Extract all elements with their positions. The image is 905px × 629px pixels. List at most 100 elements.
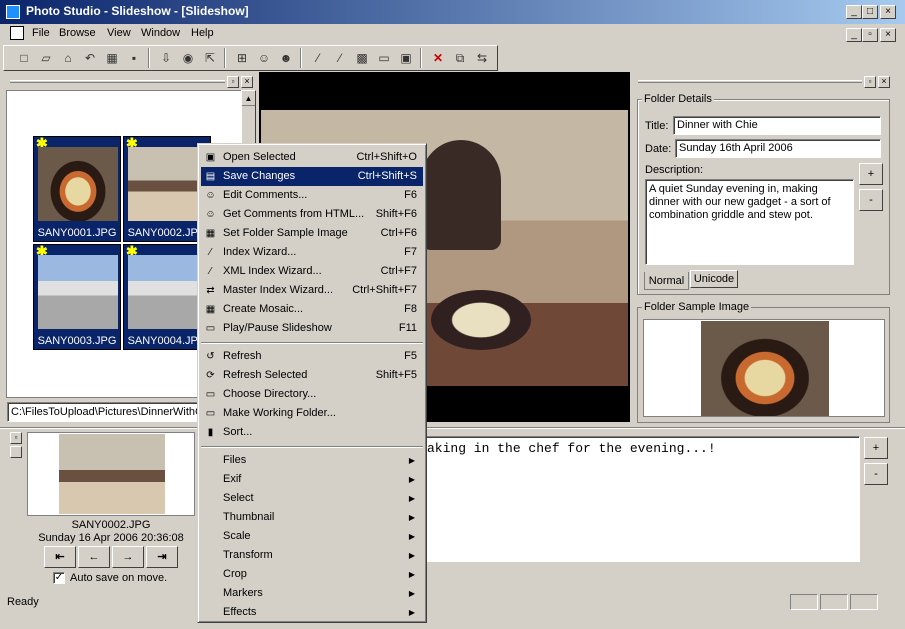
tab-unicode[interactable]: Unicode [690, 270, 738, 288]
last-icon[interactable]: ⇥ [146, 546, 178, 568]
menu-window[interactable]: Window [141, 27, 180, 39]
sample-image-icon: ▦ [205, 228, 216, 239]
menu-item-refresh[interactable]: ↺ Refresh F5 [201, 347, 423, 366]
menu-item-refresh-selected[interactable]: ⟳ Refresh Selected Shift+F5 [201, 366, 423, 385]
preview-frame [27, 432, 195, 516]
save-icon[interactable]: ▪ [124, 48, 144, 68]
thumbnail-item[interactable]: ✱ SANY0003.JPG [33, 243, 121, 350]
auto-save-checkbox[interactable]: ✓ [53, 572, 65, 584]
open-selected-icon: ▣ [205, 152, 216, 163]
menu-help[interactable]: Help [191, 27, 214, 39]
preview-restore-button[interactable]: ▫ [10, 432, 22, 444]
mosaic-icon[interactable]: ▩ [352, 48, 372, 68]
panel-close-button[interactable]: × [241, 76, 253, 88]
comment-remove-button[interactable]: - [864, 463, 888, 485]
menu-item-make-working-folder[interactable]: ▭ Make Working Folder... [201, 404, 423, 423]
right-panel-restore-button[interactable]: ▫ [864, 76, 876, 88]
folder-details-header: Folder Details [642, 93, 714, 105]
menu-item-sort[interactable]: ▮ Sort... [201, 423, 423, 442]
open-icon[interactable]: ▱ [36, 48, 56, 68]
child-close-button[interactable]: × [880, 28, 896, 42]
description-field[interactable]: A quiet Sunday evening in, making dinner… [645, 179, 854, 265]
comment-add-button[interactable]: + [864, 437, 888, 459]
select-icon[interactable]: ⊞ [232, 48, 252, 68]
preview-dock-button[interactable] [10, 446, 22, 458]
download-icon[interactable]: ⇩ [156, 48, 176, 68]
submenu-markers[interactable]: Markers ▶ [201, 584, 423, 603]
export-icon[interactable]: ⇱ [200, 48, 220, 68]
submenu-effects[interactable]: Effects ▶ [201, 603, 423, 622]
comment-icon[interactable]: ☺ [254, 48, 274, 68]
mosaic-icon: ▦ [205, 304, 216, 315]
title-label: Title: [645, 120, 669, 132]
preview-filename: SANY0002.JPG [71, 519, 151, 531]
thumbnail-item[interactable]: ✱ SANY0001.JPG [33, 135, 121, 242]
menu-item-save-changes[interactable]: ▤ Save Changes Ctrl+Shift+S [201, 167, 423, 186]
close-button[interactable]: × [880, 5, 896, 19]
menu-item-master-index-wizard[interactable]: ⇄ Master Index Wizard... Ctrl+Shift+F7 [201, 281, 423, 300]
remove-button[interactable]: - [859, 189, 883, 211]
monitor-icon[interactable]: ▣ [396, 48, 416, 68]
slideshow-icon: ▭ [205, 323, 216, 334]
xml-wand-icon: ⁄ [209, 266, 212, 277]
delete-icon[interactable]: ✕ [428, 48, 448, 68]
submenu-thumbnail[interactable]: Thumbnail ▶ [201, 508, 423, 527]
submenu-transform[interactable]: Transform ▶ [201, 546, 423, 565]
date-label: Date: [645, 143, 672, 155]
menu-item-xml-index-wizard[interactable]: ⁄ XML Index Wizard... Ctrl+F7 [201, 262, 423, 281]
menu-item-open-selected[interactable]: ▣ Open Selected Ctrl+Shift+O [201, 148, 423, 167]
scan-icon[interactable]: ⌂ [58, 48, 78, 68]
next-icon[interactable]: → [112, 546, 144, 568]
status-panel [790, 594, 818, 610]
submenu-scale[interactable]: Scale ▶ [201, 527, 423, 546]
move-icon[interactable]: ⇆ [472, 48, 492, 68]
app-icon[interactable] [6, 5, 20, 19]
preview-image [59, 434, 165, 514]
right-panel-close-button[interactable]: × [878, 76, 890, 88]
thumbnail-image [128, 255, 208, 329]
document-icon[interactable] [10, 26, 24, 40]
previous-icon[interactable]: ← [78, 546, 110, 568]
submenu-arrow-icon: ▶ [408, 551, 415, 560]
working-folder-icon: ▭ [205, 408, 216, 419]
undo-icon[interactable]: ↶ [80, 48, 100, 68]
title-field[interactable]: Dinner with Chie [673, 116, 881, 135]
xml-wand-icon[interactable]: ⁄ [330, 48, 350, 68]
menu-item-index-wizard[interactable]: ⁄ Index Wizard... F7 [201, 243, 423, 262]
menu-item-play-slideshow[interactable]: ▭ Play/Pause Slideshow F11 [201, 319, 423, 338]
slideshow-icon[interactable]: ▭ [374, 48, 394, 68]
thumbnail-image [38, 147, 118, 221]
comment-html-icon[interactable]: ☻ [276, 48, 296, 68]
thumbnails-icon[interactable]: ▦ [102, 48, 122, 68]
maximize-button[interactable]: □ [862, 5, 878, 19]
menu-item-create-mosaic[interactable]: ▦ Create Mosaic... F8 [201, 300, 423, 319]
menu-view[interactable]: View [107, 27, 131, 39]
submenu-select[interactable]: Select ▶ [201, 489, 423, 508]
menu-item-choose-directory[interactable]: ▭ Choose Directory... [201, 385, 423, 404]
menu-item-set-sample-image[interactable]: ▦ Set Folder Sample Image Ctrl+F6 [201, 224, 423, 243]
child-restore-button[interactable]: ▫ [862, 28, 878, 42]
first-icon[interactable]: ⇤ [44, 546, 76, 568]
menu-file[interactable]: File [32, 27, 50, 39]
menu-browse[interactable]: Browse [59, 27, 96, 39]
globe-icon[interactable]: ◉ [178, 48, 198, 68]
menu-item-get-comments-html[interactable]: ☺ Get Comments from HTML... Shift+F6 [201, 205, 423, 224]
tab-normal[interactable]: Normal [644, 272, 689, 290]
submenu-crop[interactable]: Crop ▶ [201, 565, 423, 584]
add-button[interactable]: + [859, 163, 883, 185]
comment-icon: ☺ [205, 190, 216, 201]
minimize-button[interactable]: _ [846, 5, 862, 19]
submenu-arrow-icon: ▶ [408, 608, 415, 617]
submenu-exif[interactable]: Exif ▶ [201, 470, 423, 489]
wand-icon[interactable]: ⁄ [308, 48, 328, 68]
comment-html-icon: ☺ [205, 209, 216, 220]
panel-restore-button[interactable]: ▫ [227, 76, 239, 88]
thumbnail-caption: SANY0001.JPG [37, 227, 117, 239]
date-field[interactable]: Sunday 16th April 2006 [675, 139, 881, 158]
menu-item-edit-comments[interactable]: ☺ Edit Comments... F6 [201, 186, 423, 205]
copy-icon[interactable]: ⧉ [450, 48, 470, 68]
submenu-files[interactable]: Files ▶ [201, 451, 423, 470]
child-minimize-button[interactable]: _ [846, 28, 862, 42]
preview-timestamp: Sunday 16 Apr 2006 20:36:08 [38, 532, 184, 544]
new-icon[interactable]: □ [14, 48, 34, 68]
